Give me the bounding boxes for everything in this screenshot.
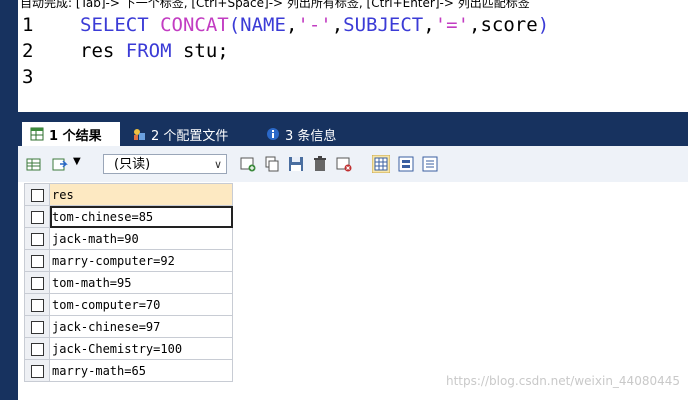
table-row[interactable]: jack-chinese=97 [24,315,233,338]
mode-select[interactable]: (只读) ∨ [103,154,227,174]
row-checkbox[interactable] [24,337,50,360]
tab-label: 3 条信息 [285,128,337,144]
table-row[interactable]: tom-chinese=85 [24,205,233,228]
table-row[interactable]: jack-Chemistry=100 [24,337,233,360]
left-gutter-bar [0,0,18,400]
checkbox-icon [30,364,44,378]
checkbox-icon [30,276,44,290]
save-icon[interactable] [288,156,304,172]
tab-profile[interactable]: 2 个配置文件 [124,122,254,146]
chevron-down-icon: ∨ [213,158,222,171]
line-number: 3 [22,66,34,88]
info-icon [267,128,279,140]
header-row: res [24,183,233,206]
code-text[interactable]: SELECT CONCAT(NAME,'-',SUBJECT,'=',score… [80,12,549,38]
cell-res[interactable]: jack-chinese=97 [49,315,233,338]
cell-res[interactable]: tom-math=95 [49,271,233,294]
code-token: score [480,14,538,36]
table-row[interactable]: tom-math=95 [24,271,233,294]
code-token: FROM [125,40,172,62]
cell-res[interactable]: marry-math=65 [49,359,233,382]
code-token: SUBJECT [343,14,424,36]
cell-res[interactable]: jack-math=90 [49,227,233,250]
result-tabs: 1 个结果 2 个配置文件 3 条信息 [18,120,688,146]
checkbox-icon [30,232,44,246]
editor-line-1[interactable]: 1 SELECT CONCAT(NAME,'-',SUBJECT,'=',sco… [18,12,688,38]
cell-res[interactable]: marry-computer=92 [49,249,233,272]
export-icon[interactable] [52,156,68,172]
mode-select-value: (只读) [114,157,151,172]
code-token: SELECT [80,14,161,36]
checkbox-icon [30,342,44,356]
text-view-icon[interactable] [422,156,438,172]
grid-edit-icon[interactable] [26,156,42,172]
code-token: NAME [240,14,286,36]
checkbox-icon [30,320,44,334]
row-checkbox[interactable] [24,271,50,294]
delete-icon[interactable] [312,156,328,172]
line-number: 2 [22,40,34,62]
checkbox-icon [30,188,44,202]
add-row-icon[interactable] [240,156,256,172]
code-token: ) [537,14,550,36]
tab-label: 1 个结果 [49,128,102,144]
code-token: , [331,14,344,36]
tab-info[interactable]: 3 条信息 [258,122,362,146]
code-token: ( [228,14,241,36]
profile-icon [134,129,145,140]
tab-label: 2 个配置文件 [151,128,229,144]
line-number: 1 [22,14,34,36]
editor-line-3[interactable]: 3 [18,64,688,90]
table-row[interactable]: tom-computer=70 [24,293,233,316]
editor-line-2[interactable]: 2 res FROM stu; [18,38,688,64]
code-text[interactable]: res FROM stu; [80,38,229,64]
table-row[interactable]: marry-math=65 [24,359,233,382]
row-checkbox[interactable] [24,293,50,316]
cell-res[interactable]: tom-chinese=85 [49,205,233,228]
table-row[interactable]: marry-computer=92 [24,249,233,272]
cell-res[interactable]: tom-computer=70 [49,293,233,316]
splitter-band[interactable] [18,112,688,120]
result-grid: res tom-chinese=85 jack-math=90 marry-comp… [24,183,233,382]
select-all-checkbox[interactable] [24,183,50,206]
code-token: res [80,40,126,62]
cancel-changes-icon[interactable] [336,156,352,172]
checkbox-icon [30,254,44,268]
row-checkbox[interactable] [24,205,50,228]
code-token: , [423,14,435,36]
code-token: , [469,14,481,36]
duplicate-row-icon[interactable] [264,156,280,172]
sql-editor[interactable]: 1 SELECT CONCAT(NAME,'-',SUBJECT,'=',sco… [18,10,688,112]
checkbox-icon [30,298,44,312]
checkbox-icon [30,210,44,224]
autocomplete-hint: 自动完成: [Tab]-> 下一个标签, [Ctrl+Space]-> 列出所有… [20,0,530,10]
table-row[interactable]: jack-math=90 [24,227,233,250]
code-token: '-' [297,14,332,36]
row-checkbox[interactable] [24,359,50,382]
export-dropdown-icon[interactable]: ▼ [73,156,81,167]
code-token: , [285,14,298,36]
code-token: CONCAT [160,14,229,36]
result-toolbar: ▼ (只读) ∨ [18,146,688,183]
cell-res[interactable]: jack-Chemistry=100 [49,337,233,360]
form-view-icon[interactable] [398,156,414,172]
column-header-res[interactable]: res [49,183,233,206]
grid-view-icon[interactable] [372,155,390,173]
row-checkbox[interactable] [24,315,50,338]
row-checkbox[interactable] [24,227,50,250]
code-token: '=' [434,14,470,36]
code-token: stu; [171,40,229,62]
row-checkbox[interactable] [24,249,50,272]
tab-result[interactable]: 1 个结果 [22,122,120,146]
result-grid-icon [30,127,44,141]
watermark: https://blog.csdn.net/weixin_44080445 [445,374,680,388]
